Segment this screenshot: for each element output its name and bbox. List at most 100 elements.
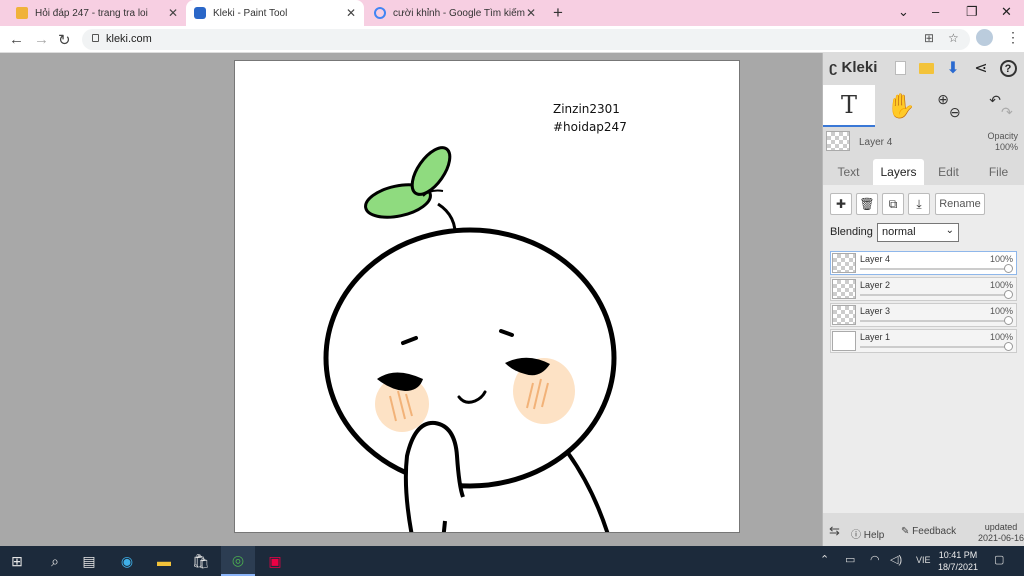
share-icon[interactable]: ⋖ <box>970 57 992 79</box>
layer-item-2[interactable]: Layer 2 100% <box>830 277 1017 301</box>
tab-hoidap[interactable]: Hỏi đáp 247 - trang tra loi ✕ <box>8 0 186 26</box>
tab-layers[interactable]: Layers <box>873 159 924 185</box>
duplicate-layer-button[interactable]: ⧉ <box>882 193 904 215</box>
layer-opacity: 100% <box>989 306 1013 316</box>
tab-google[interactable]: cười khỉnh - Google Tìm kiếm ✕ <box>366 0 544 26</box>
opacity-slider-track[interactable] <box>860 346 1010 348</box>
opacity-slider-knob[interactable] <box>1004 316 1013 325</box>
new-image-icon[interactable] <box>889 57 911 79</box>
restore-button[interactable]: ❐ <box>966 4 978 20</box>
back-icon[interactable]: ← <box>9 31 24 48</box>
open-folder-icon[interactable] <box>915 57 937 79</box>
swap-side-icon[interactable]: ⇆ <box>829 523 840 539</box>
doodle-drawing <box>323 146 617 532</box>
windows-start-icon[interactable]: ⊞ <box>0 546 34 576</box>
close-window-button[interactable]: ✕ <box>1001 4 1012 20</box>
opacity-slider-knob[interactable] <box>1004 264 1013 273</box>
reload-icon[interactable]: ↻ <box>58 31 71 49</box>
tab-title: cười khỉnh - Google Tìm kiếm <box>393 7 525 19</box>
layer-thumbnail <box>832 279 856 299</box>
address-bar[interactable]: kleki.com ⊞ ☆ <box>82 29 970 50</box>
layer-opacity: 100% <box>989 332 1013 342</box>
help-circle-icon[interactable]: ? <box>997 57 1019 79</box>
text-tool-button[interactable]: T <box>823 85 875 127</box>
tab-bar: Hỏi đáp 247 - trang tra loi ✕ Kleki - Pa… <box>0 0 1024 26</box>
close-tab-icon[interactable]: ✕ <box>346 6 356 20</box>
hand-icon: ✋ <box>886 92 916 120</box>
forward-icon[interactable]: → <box>34 31 49 48</box>
undo-icon[interactable]: ↶ <box>989 92 1001 109</box>
volume-icon[interactable]: ◁) <box>890 553 902 566</box>
app-icon[interactable]: ▣ <box>258 546 292 576</box>
plus-icon: ✚ <box>835 197 847 211</box>
kleki-logo[interactable]: ʗ Kleki <box>829 59 877 76</box>
current-layer-thumbnail <box>826 131 850 151</box>
task-view-icon[interactable]: ▤ <box>72 546 106 576</box>
opacity-slider-knob[interactable] <box>1004 342 1013 351</box>
kleki-favicon-icon <box>194 7 206 19</box>
hoidap-favicon-icon <box>16 7 28 19</box>
kleki-logo-text: Kleki <box>841 59 878 76</box>
opacity-slider-track[interactable] <box>860 320 1010 322</box>
redo-icon[interactable]: ↷ <box>1001 104 1013 121</box>
store-icon[interactable]: 🛍 <box>184 546 218 576</box>
tab-title: Hỏi đáp 247 - trang tra loi <box>35 7 148 19</box>
layer-item-3[interactable]: Layer 3 100% <box>830 303 1017 327</box>
rename-button[interactable]: Rename <box>935 193 985 215</box>
layer-item-1[interactable]: Layer 1 100% <box>830 329 1017 353</box>
feedback-label: Feedback <box>912 526 957 537</box>
minimize-button[interactable]: – <box>932 4 939 19</box>
panel-top-bar: ʗ Kleki ⬇ ⋖ ? <box>823 53 1024 83</box>
blending-value: normal <box>882 226 916 238</box>
layers-panel: ✚ 🗑 ⧉ ⤓ Rename Blending normal ⌄ Layer 4 … <box>823 185 1024 513</box>
delete-layer-button[interactable]: 🗑 <box>856 193 878 215</box>
edge-icon[interactable]: ◉ <box>110 546 144 576</box>
head <box>323 227 617 489</box>
search-icon[interactable]: ⌕ <box>38 546 72 576</box>
feedback-link[interactable]: ✎ Feedback <box>901 526 956 537</box>
battery-icon[interactable]: ▭ <box>845 553 855 566</box>
clock[interactable]: 10:41 PM 18/7/2021 <box>938 549 978 573</box>
merge-layer-button[interactable]: ⤓ <box>908 193 930 215</box>
tab-search-icon[interactable]: ⌄ <box>898 4 909 20</box>
zoom-buttons: ⊕ ⊖ <box>923 85 975 127</box>
blending-label: Blending <box>830 226 873 238</box>
drawing-canvas[interactable]: Zinzin2301 #hoidap247 <box>234 60 740 533</box>
notification-icon[interactable]: ▢ <box>994 553 1004 566</box>
tray-chevron-icon[interactable]: ⌃ <box>820 553 829 566</box>
download-icon[interactable]: ⬇ <box>942 57 964 79</box>
layer-name: Layer 2 <box>860 280 891 290</box>
help-link[interactable]: ⓘ Help <box>851 526 884 541</box>
tab-kleki[interactable]: Kleki - Paint Tool ✕ <box>186 0 364 26</box>
profile-avatar[interactable] <box>976 29 993 46</box>
chrome-icon[interactable]: ◎ <box>221 546 255 576</box>
close-tab-icon[interactable]: ✕ <box>526 6 536 20</box>
layer-opacity: 100% <box>989 254 1013 264</box>
file-explorer-icon[interactable]: ▬ <box>147 546 181 576</box>
tab-file[interactable]: File <box>973 159 1024 185</box>
opacity-slider-knob[interactable] <box>1004 290 1013 299</box>
updated-date: 2021-06-16 <box>978 533 1024 543</box>
translate-icon[interactable]: ⊞ <box>924 31 934 45</box>
opacity-slider-track[interactable] <box>860 268 1010 270</box>
language-indicator[interactable]: VIE <box>916 555 931 565</box>
bookmark-star-icon[interactable]: ☆ <box>948 31 959 45</box>
tool-row: T ✋ ⊕ ⊖ ↶ ↷ <box>823 85 1024 127</box>
new-tab-button[interactable]: + <box>553 3 563 23</box>
wifi-icon[interactable]: ◠ <box>870 553 880 566</box>
tab-edit[interactable]: Edit <box>923 159 974 185</box>
layer-item-4[interactable]: Layer 4 100% <box>830 251 1017 275</box>
layer-opacity: 100% <box>989 280 1013 290</box>
tab-text[interactable]: Text <box>823 159 874 185</box>
browser-menu-icon[interactable]: ⋮ <box>1006 29 1020 46</box>
close-tab-icon[interactable]: ✕ <box>168 6 178 20</box>
canvas-area[interactable]: Zinzin2301 #hoidap247 <box>0 53 822 546</box>
panel-tabs: Text Layers Edit File <box>823 159 1024 185</box>
opacity-slider-track[interactable] <box>860 294 1010 296</box>
chevron-down-icon: ⌄ <box>945 225 954 236</box>
hand-tool-button[interactable]: ✋ <box>875 85 927 127</box>
zoom-out-icon[interactable]: ⊖ <box>949 104 961 121</box>
blending-select[interactable]: normal ⌄ <box>877 223 959 242</box>
add-layer-button[interactable]: ✚ <box>830 193 852 215</box>
zoom-in-icon[interactable]: ⊕ <box>937 91 949 108</box>
